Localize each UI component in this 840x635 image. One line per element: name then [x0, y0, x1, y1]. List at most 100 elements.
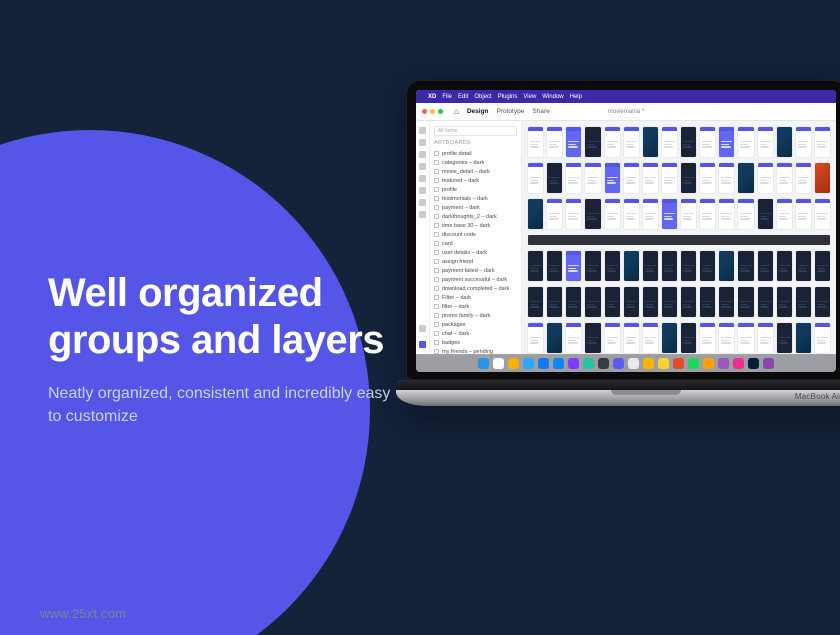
artboard[interactable] — [643, 287, 658, 317]
artboard[interactable] — [566, 323, 581, 353]
menu-plugins[interactable]: Plugins — [498, 94, 518, 100]
artboard[interactable] — [585, 323, 600, 353]
tool-layers-icon[interactable] — [419, 341, 426, 348]
layer-item[interactable]: download completed – dark — [434, 284, 517, 293]
artboard[interactable] — [738, 251, 753, 281]
artboard[interactable] — [662, 251, 677, 281]
artboard[interactable] — [719, 251, 734, 281]
artboard[interactable] — [605, 287, 620, 317]
dock-app-icon[interactable] — [493, 358, 504, 369]
artboard[interactable] — [758, 287, 773, 317]
artboard[interactable] — [585, 287, 600, 317]
artboard[interactable] — [796, 323, 811, 353]
artboard[interactable] — [681, 287, 696, 317]
layer-item[interactable]: payment – dark — [434, 203, 517, 212]
dock-app-icon[interactable] — [598, 358, 609, 369]
menu-help[interactable]: Help — [570, 94, 582, 100]
artboard[interactable] — [719, 163, 734, 193]
tool-text-icon[interactable] — [419, 187, 426, 194]
dock-app-icon[interactable] — [538, 358, 549, 369]
dock-app-icon[interactable] — [658, 358, 669, 369]
artboard[interactable] — [777, 199, 792, 229]
artboard[interactable] — [700, 251, 715, 281]
artboard[interactable] — [815, 287, 830, 317]
artboard[interactable] — [643, 323, 658, 353]
artboard[interactable] — [681, 323, 696, 353]
layer-item[interactable]: payment successful – dark — [434, 275, 517, 284]
artboard[interactable] — [815, 251, 830, 281]
dock-app-icon[interactable] — [763, 358, 774, 369]
artboard[interactable] — [758, 251, 773, 281]
layer-item[interactable]: chat – dark — [434, 329, 517, 338]
artboard[interactable] — [738, 127, 753, 157]
artboard[interactable] — [758, 199, 773, 229]
artboard[interactable] — [605, 199, 620, 229]
layer-item[interactable]: discount code — [434, 230, 517, 239]
artboard[interactable] — [528, 251, 543, 281]
artboard[interactable] — [681, 127, 696, 157]
artboard[interactable] — [758, 127, 773, 157]
artboard[interactable] — [643, 199, 658, 229]
dock-app-icon[interactable] — [523, 358, 534, 369]
layer-item[interactable]: Filter – dark — [434, 293, 517, 302]
menu-view[interactable]: View — [523, 94, 536, 100]
dock-app-icon[interactable] — [553, 358, 564, 369]
artboard[interactable] — [738, 323, 753, 353]
artboard[interactable] — [605, 127, 620, 157]
layer-item[interactable]: filter – dark — [434, 302, 517, 311]
artboard[interactable] — [566, 163, 581, 193]
tool-rect-icon[interactable] — [419, 139, 426, 146]
artboard[interactable] — [528, 287, 543, 317]
artboard[interactable] — [719, 127, 734, 157]
tool-line-icon[interactable] — [419, 163, 426, 170]
artboard[interactable] — [566, 251, 581, 281]
artboard[interactable] — [815, 199, 830, 229]
artboard[interactable] — [796, 287, 811, 317]
artboard[interactable] — [815, 163, 830, 193]
layer-item[interactable]: time base 30 – dark — [434, 221, 517, 230]
zoom-icon[interactable] — [438, 109, 443, 114]
tab-prototype[interactable]: Prototype — [497, 108, 525, 115]
layer-item[interactable]: profile detail — [434, 149, 517, 158]
dock-app-icon[interactable] — [688, 358, 699, 369]
dock-app-icon[interactable] — [568, 358, 579, 369]
artboard[interactable] — [585, 251, 600, 281]
artboard[interactable] — [681, 163, 696, 193]
dock-app-icon[interactable] — [643, 358, 654, 369]
artboard[interactable] — [624, 323, 639, 353]
layer-item[interactable]: user details – dark — [434, 248, 517, 257]
artboard[interactable] — [547, 127, 562, 157]
artboard[interactable] — [585, 127, 600, 157]
artboard[interactable] — [815, 127, 830, 157]
artboard[interactable] — [605, 323, 620, 353]
layer-item[interactable]: movie_detail – dark — [434, 167, 517, 176]
artboard[interactable] — [796, 127, 811, 157]
close-icon[interactable] — [422, 109, 427, 114]
artboard[interactable] — [643, 163, 658, 193]
layer-item[interactable]: assign friend — [434, 257, 517, 266]
artboard[interactable] — [643, 127, 658, 157]
tab-share[interactable]: Share — [532, 108, 549, 115]
artboard[interactable] — [719, 287, 734, 317]
xd-canvas[interactable] — [522, 121, 836, 354]
artboard[interactable] — [719, 199, 734, 229]
layers-search[interactable]: All Items — [434, 126, 517, 136]
layer-item[interactable]: card — [434, 239, 517, 248]
layer-item[interactable]: testimonials – dark — [434, 194, 517, 203]
artboard[interactable] — [528, 323, 543, 353]
artboard[interactable] — [547, 163, 562, 193]
layer-item[interactable]: profile — [434, 185, 517, 194]
artboard[interactable] — [796, 163, 811, 193]
artboard[interactable] — [700, 323, 715, 353]
artboard[interactable] — [738, 163, 753, 193]
tool-pen-icon[interactable] — [419, 175, 426, 182]
artboard[interactable] — [547, 287, 562, 317]
artboard[interactable] — [566, 287, 581, 317]
menu-window[interactable]: Window — [542, 94, 563, 100]
dock-app-icon[interactable] — [673, 358, 684, 369]
tool-ellipse-icon[interactable] — [419, 151, 426, 158]
menu-file[interactable]: File — [442, 94, 452, 100]
artboard[interactable] — [605, 163, 620, 193]
dock-app-icon[interactable] — [748, 358, 759, 369]
artboard[interactable] — [777, 127, 792, 157]
